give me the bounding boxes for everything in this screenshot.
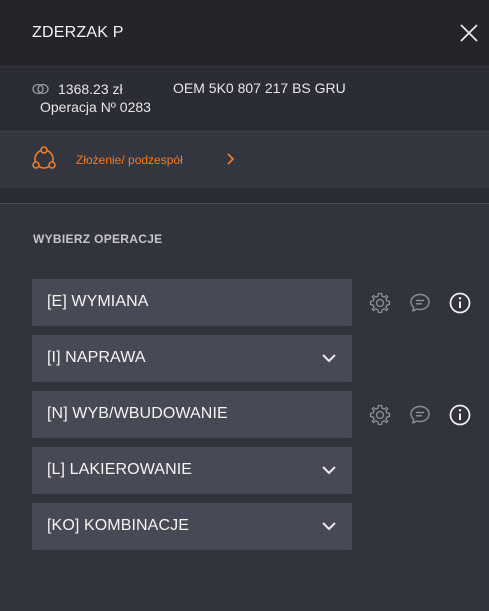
price-row: 1368.23 zł xyxy=(32,80,123,98)
page-title: ZDERZAK P xyxy=(32,24,124,41)
chevron-down-icon xyxy=(322,354,336,363)
operation-panel: ZDERZAK P 1368.23 zł OEM 5K0 807 217 BS … xyxy=(0,0,489,611)
assembly-label: Złożenie/ podzespół xyxy=(76,153,183,167)
close-button[interactable] xyxy=(456,20,482,46)
assembly-icon xyxy=(32,146,56,169)
chevron-right-icon xyxy=(227,153,235,165)
coin-icon xyxy=(32,83,49,95)
operation-dropdown-lakierowanie[interactable]: [L] LAKIEROWANIE xyxy=(32,447,352,494)
info-icon[interactable] xyxy=(448,291,472,315)
comment-icon[interactable] xyxy=(408,291,432,315)
chevron-down-icon xyxy=(322,466,336,475)
divider xyxy=(0,188,489,204)
panel-header: ZDERZAK P xyxy=(0,0,489,66)
gear-icon[interactable] xyxy=(368,291,392,315)
oem-number: OEM 5K0 807 217 BS GRU xyxy=(173,80,346,96)
operation-number: Operacja Nº 0283 xyxy=(40,99,151,115)
price-value: 1368.23 zł xyxy=(58,81,123,97)
operation-button-wybudowanie[interactable]: [N] WYB/WBUDOWANIE xyxy=(32,391,352,438)
assembly-link[interactable]: Złożenie/ podzespół xyxy=(0,132,489,188)
operation-label: [E] WYMIANA xyxy=(47,293,149,310)
operation-button-wymiana[interactable]: [E] WYMIANA xyxy=(32,279,352,326)
gear-icon[interactable] xyxy=(368,403,392,427)
operation-label: [KO] KOMBINACJE xyxy=(47,517,189,534)
chevron-down-icon xyxy=(322,522,336,531)
operation-dropdown-kombinacje[interactable]: [KO] KOMBINACJE xyxy=(32,503,352,550)
section-heading: WYBIERZ OPERACJE xyxy=(33,232,163,246)
operation-label: [N] WYB/WBUDOWANIE xyxy=(47,405,228,422)
close-icon xyxy=(460,24,478,42)
operation-label: [I] NAPRAWA xyxy=(47,349,146,366)
info-icon[interactable] xyxy=(448,403,472,427)
operation-dropdown-naprawa[interactable]: [I] NAPRAWA xyxy=(32,335,352,382)
operation-label: [L] LAKIEROWANIE xyxy=(47,461,193,478)
comment-icon[interactable] xyxy=(408,403,432,427)
part-info: 1368.23 zł OEM 5K0 807 217 BS GRU Operac… xyxy=(0,66,489,132)
